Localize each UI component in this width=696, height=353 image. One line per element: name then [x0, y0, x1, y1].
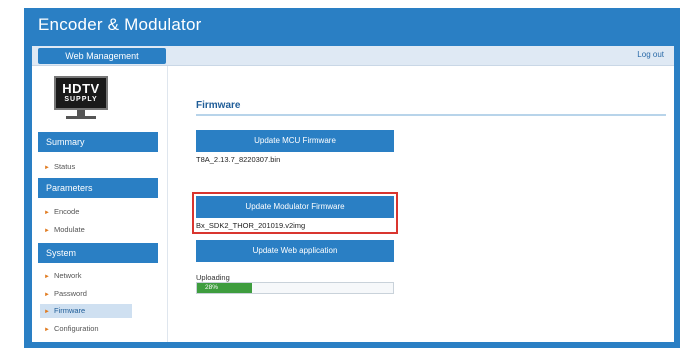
sidebar-section-summary[interactable]: Summary: [38, 132, 158, 152]
bullet-icon: ►: [44, 165, 50, 171]
sidebar-item-encode[interactable]: ► Encode: [40, 205, 132, 219]
top-bar: Web Management Log out: [32, 46, 674, 66]
bullet-icon: ►: [44, 292, 50, 298]
update-modulator-firmware-button[interactable]: Update Modulator Firmware: [196, 196, 394, 218]
tv-base: [66, 116, 96, 119]
mcu-firmware-filename: T8A_2.13.7_8220307.bin: [196, 155, 281, 164]
modulator-firmware-filename: Bx_SDK2_THOR_201019.v2img: [196, 221, 306, 230]
sidebar-item-label: Configuration: [53, 324, 99, 333]
page-title: Firmware: [196, 100, 241, 111]
tv-icon: HDTV SUPPLY: [54, 76, 108, 110]
hdtv-supply-logo: HDTV SUPPLY: [54, 76, 108, 120]
sidebar-item-label: Firmware: [53, 306, 86, 315]
web-management-tab[interactable]: Web Management: [38, 48, 166, 64]
sidebar-item-configuration[interactable]: ► Configuration: [40, 322, 132, 336]
sidebar-section-system[interactable]: System: [38, 243, 158, 263]
sidebar-item-label: Network: [53, 271, 82, 280]
sidebar-item-modulate[interactable]: ► Modulate: [40, 223, 132, 237]
upload-progress-bar: 28%: [196, 282, 394, 294]
sidebar-section-parameters[interactable]: Parameters: [38, 178, 158, 198]
logo-line2: SUPPLY: [64, 96, 98, 103]
app-body: Web Management Log out HDTV SUPPLY Summa…: [32, 46, 674, 342]
sidebar-item-label: Encode: [53, 207, 80, 216]
sidebar-item-firmware[interactable]: ► Firmware: [40, 304, 132, 318]
upload-status-label: Uploading: [196, 273, 230, 282]
bullet-icon: ►: [44, 228, 50, 234]
logo-line1: HDTV: [62, 81, 100, 96]
sidebar: HDTV SUPPLY Summary ► Status Parameters ►…: [32, 66, 168, 342]
sidebar-item-status[interactable]: ► Status: [40, 160, 132, 174]
title-divider: [196, 114, 666, 116]
update-mcu-firmware-button[interactable]: Update MCU Firmware: [196, 130, 394, 152]
logout-link[interactable]: Log out: [637, 50, 664, 59]
app-window: Encoder & Modulator Web Management Log o…: [24, 8, 680, 348]
progress-percent: 28%: [205, 284, 219, 291]
bullet-icon: ►: [44, 309, 50, 315]
sidebar-item-label: Password: [53, 289, 87, 298]
main-content: Firmware Update MCU Firmware T8A_2.13.7_…: [182, 66, 674, 342]
bullet-icon: ►: [44, 327, 50, 333]
update-web-application-button[interactable]: Update Web application: [196, 240, 394, 262]
sidebar-item-network[interactable]: ► Network: [40, 269, 132, 283]
sidebar-item-password[interactable]: ► Password: [40, 287, 132, 301]
app-title: Encoder & Modulator: [38, 15, 202, 34]
sidebar-item-label: Modulate: [53, 225, 85, 234]
sidebar-item-label: Status: [53, 162, 76, 171]
bullet-icon: ►: [44, 210, 50, 216]
bullet-icon: ►: [44, 274, 50, 280]
